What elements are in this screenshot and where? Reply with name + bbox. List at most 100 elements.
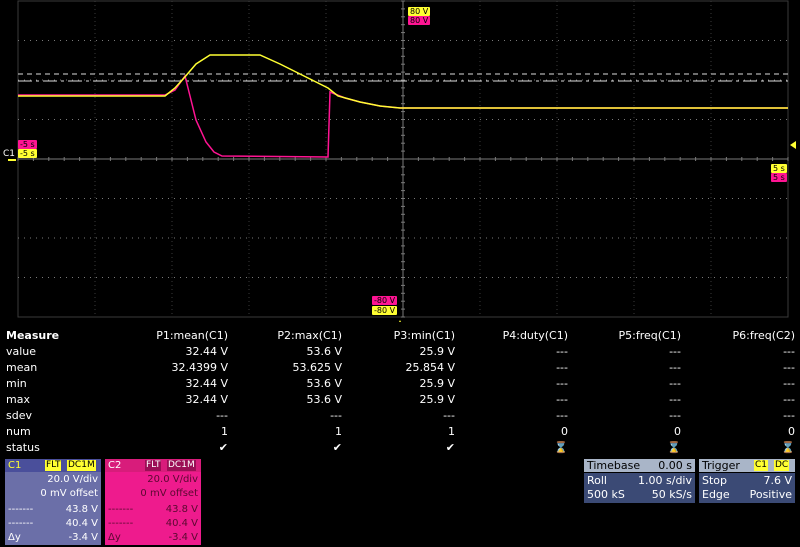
measure-cell: 0	[674, 425, 681, 438]
measure-cell: 53.6 V	[306, 393, 342, 406]
measure-cell: 32.4399 V	[171, 361, 228, 374]
timebase-rate: 50 kS/s	[651, 488, 692, 501]
measure-col-p2[interactable]: P2:max(C1)	[277, 328, 342, 344]
timebase-samples: 500 kS	[587, 488, 625, 501]
top-level-tag-c1: 80 V	[408, 7, 431, 16]
measure-cell: ---	[783, 377, 795, 390]
measure-cell: 25.9 V	[419, 377, 455, 390]
measure-cell: 0	[788, 425, 795, 438]
trigger-coupling-badge: DC	[774, 460, 790, 471]
measure-cell: ---	[783, 345, 795, 358]
measure-cell: 25.9 V	[419, 393, 455, 406]
timebase-title: Timebase	[587, 459, 641, 472]
measure-cell: ---	[669, 393, 681, 406]
measure-cell: ---	[556, 393, 568, 406]
measure-cell: 53.625 V	[292, 361, 342, 374]
c1-offset: 0 mV offset	[40, 488, 98, 499]
measure-row-label: value	[6, 345, 37, 358]
measure-row-num: num 1 1 1 0 0 0	[0, 424, 800, 440]
right-time-tag-c2: 5 s	[771, 173, 787, 182]
c1-dy-label: Δy	[8, 532, 21, 543]
measure-row-label: max	[6, 393, 30, 406]
measure-cell: ⌛	[781, 441, 795, 454]
c2-vdiv: 20.0 V/div	[147, 474, 198, 485]
measure-cell: 1	[335, 425, 342, 438]
c2-offset: 0 mV offset	[140, 488, 198, 499]
measure-cell: ✔	[332, 441, 342, 454]
measure-cell: ---	[669, 361, 681, 374]
c2-cursor2-label: -------	[108, 518, 134, 529]
trigger-title: Trigger	[702, 459, 740, 472]
c2-filter-badge: FLT	[145, 460, 162, 471]
measure-row-label: status	[6, 441, 40, 454]
channel-c2-descriptor[interactable]: C2 FLT DC1M 20.0 V/div 0 mV offset -----…	[105, 459, 201, 545]
measure-cell: ---	[556, 377, 568, 390]
measure-row-label: mean	[6, 361, 38, 374]
measure-cell: ---	[669, 377, 681, 390]
measure-cell: ---	[783, 361, 795, 374]
trigger-type: Edge	[702, 488, 730, 501]
c1-cursor1-value: 43.8 V	[65, 504, 98, 515]
timebase-tdiv: 1.00 s/div	[638, 474, 692, 487]
trigger-slope: Positive	[749, 488, 792, 501]
measure-cell: 53.6 V	[306, 377, 342, 390]
c1-name: C1	[8, 460, 22, 471]
top-level-tag-c2: 80 V	[408, 16, 431, 25]
measure-cell: 53.6 V	[306, 345, 342, 358]
measure-col-p1[interactable]: P1:mean(C1)	[156, 328, 228, 344]
measure-cell: ✔	[445, 441, 455, 454]
bottom-level-tag-c2: -80 V	[372, 296, 398, 305]
trigger-mode: Stop	[702, 474, 728, 487]
measure-col-p3[interactable]: P3:min(C1)	[394, 328, 455, 344]
measure-col-p6[interactable]: P6:freq(C2)	[732, 328, 795, 344]
measure-row-label: sdev	[6, 409, 32, 422]
channel-c1-descriptor[interactable]: C1 FLT DC1M 20.0 V/div 0 mV offset -----…	[5, 459, 101, 545]
measure-cell: ---	[443, 409, 455, 422]
trigger-time-marker	[399, 320, 401, 322]
c1-vdiv: 20.0 V/div	[47, 474, 98, 485]
scope-display[interactable]: 80 V 80 V -80 V -80 V -5 s -5 s C1 5 s 5…	[0, 0, 800, 322]
measure-row-label: min	[6, 377, 27, 390]
measure-cell: ---	[783, 409, 795, 422]
timebase-panel[interactable]: Timebase 0.00 s Roll 1.00 s/div 500 kS 5…	[584, 459, 695, 503]
measure-row-min: min 32.44 V 53.6 V 25.9 V --- --- ---	[0, 376, 800, 392]
c1-filter-badge: FLT	[45, 460, 62, 471]
trigger-level: 7.6 V	[763, 474, 792, 487]
measure-cell: 32.44 V	[185, 345, 228, 358]
c2-dy-value: -3.4 V	[168, 532, 198, 543]
measure-row-mean: mean 32.4399 V 53.625 V 25.854 V --- --- ---	[0, 360, 800, 376]
measure-cell: 1	[221, 425, 228, 438]
c2-cursor1-label: -------	[108, 504, 134, 515]
measure-header-row: Measure P1:mean(C1) P2:max(C1) P3:min(C1…	[0, 328, 800, 344]
measure-col-p4[interactable]: P4:duty(C1)	[503, 328, 568, 344]
c1-cursor1-label: -------	[8, 504, 34, 515]
trigger-source-badge: C1	[754, 460, 769, 471]
measure-row-label: num	[6, 425, 31, 438]
trigger-panel[interactable]: Trigger C1 DC Stop 7.6 V Edge Positive	[699, 459, 795, 503]
c2-cursor1-value: 43.8 V	[165, 504, 198, 515]
measure-row-value: value 32.44 V 53.6 V 25.9 V --- --- ---	[0, 344, 800, 360]
c2-coupling-badge: DC1M	[167, 460, 196, 471]
c1-ground-marker[interactable]: C1	[3, 149, 15, 159]
measure-cell: 25.854 V	[405, 361, 455, 374]
c2-cursor2-value: 40.4 V	[165, 518, 198, 529]
measure-cell: 0	[561, 425, 568, 438]
measure-cell: ---	[556, 345, 568, 358]
measure-cell: ✔	[218, 441, 228, 454]
measure-cell: 1	[448, 425, 455, 438]
measure-row-sdev: sdev --- --- --- --- --- ---	[0, 408, 800, 424]
c1-cursor2-label: -------	[8, 518, 34, 529]
measure-cell: ---	[556, 409, 568, 422]
bottom-level-tag-c1: -80 V	[372, 306, 398, 315]
measure-row-max: max 32.44 V 53.6 V 25.9 V --- --- ---	[0, 392, 800, 408]
c2-dy-label: Δy	[108, 532, 121, 543]
left-time-tag-c1: -5 s	[18, 149, 37, 158]
measure-cell: 25.9 V	[419, 345, 455, 358]
c2-name: C2	[108, 460, 122, 471]
c1-cursor2-value: 40.4 V	[65, 518, 98, 529]
c1-coupling-badge: DC1M	[67, 460, 96, 471]
measure-cell: 32.44 V	[185, 377, 228, 390]
measure-cell: ---	[783, 393, 795, 406]
measure-cell: ---	[330, 409, 342, 422]
measure-col-p5[interactable]: P5:freq(C1)	[618, 328, 681, 344]
